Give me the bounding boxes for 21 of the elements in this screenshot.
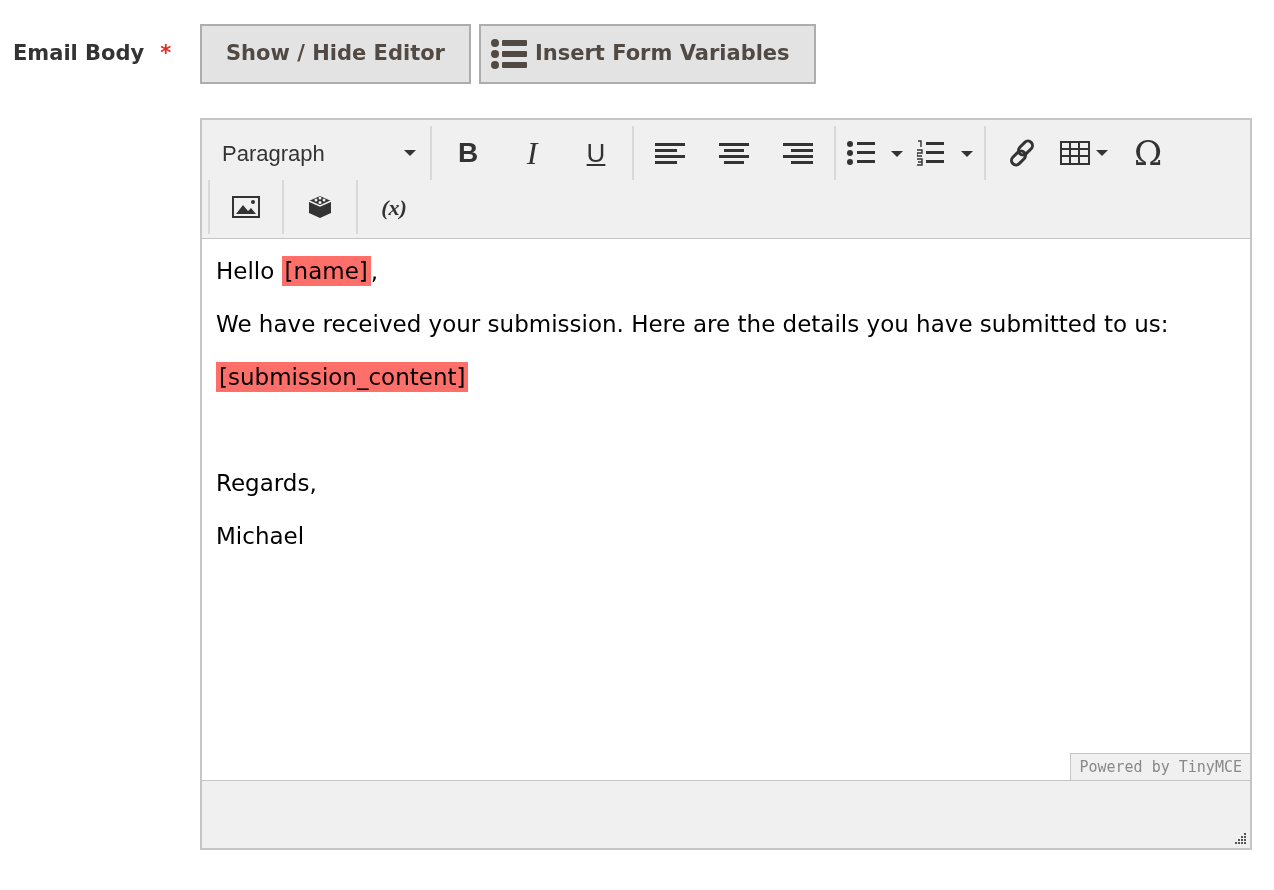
required-mark: * — [160, 40, 172, 67]
editor-button[interactable]: Show / Hide Editor — [200, 24, 471, 84]
bold-button[interactable]: B — [436, 133, 500, 173]
variable-tag: [name] — [281, 256, 371, 286]
editor-button[interactable]: Insert Form Variables — [478, 24, 816, 84]
resize-grip-icon — [1234, 833, 1246, 844]
body-text: , — [370, 258, 379, 284]
body-text: Michael — [216, 523, 305, 549]
variable-tag: [submission_content] — [216, 362, 469, 392]
list-icon — [490, 39, 527, 69]
body-text: Hello — [216, 258, 276, 284]
underline-button[interactable]: U — [564, 133, 628, 173]
italic-button[interactable]: I — [500, 133, 564, 173]
powered-by-label: Powered by TinyMCE — [1070, 752, 1250, 780]
variable-button[interactable]: (x) — [362, 187, 426, 227]
body-text: Regards, — [216, 470, 317, 496]
field-label: Email Body — [13, 40, 145, 67]
special-character-button[interactable]: Ω — [1116, 133, 1180, 173]
caret-icon — [404, 150, 416, 156]
format-dropdown[interactable]: Paragraph — [212, 133, 426, 173]
body-text: We have received your submission. Here are the details you have submitted to us: — [216, 311, 1169, 337]
